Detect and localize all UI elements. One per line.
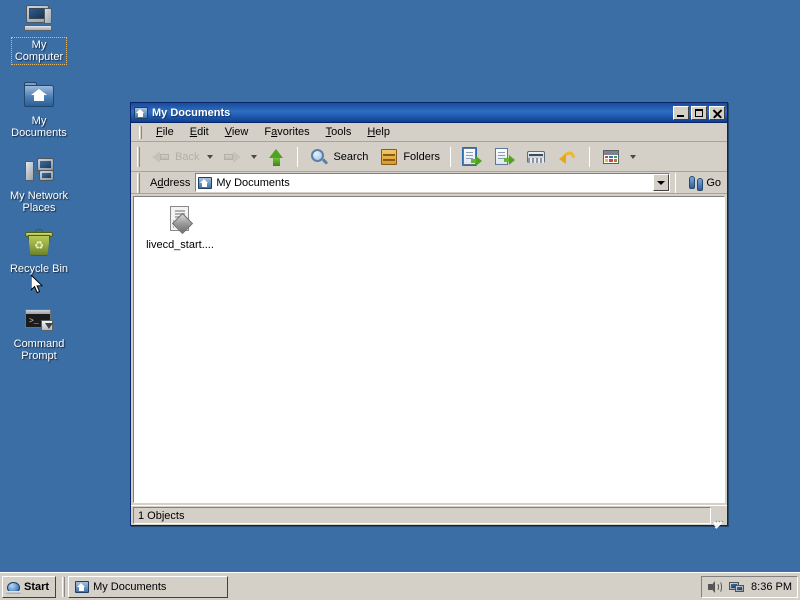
views-icon [600,146,622,168]
window-controls[interactable] [673,105,725,120]
menu-favorites[interactable]: Favorites [256,124,317,140]
address-bar[interactable]: Address My Documents Go [131,172,727,194]
up-arrow-icon [265,146,287,168]
desktop-icon-recycle-bin[interactable]: ♻ Recycle Bin [2,228,76,275]
copy-to-button[interactable] [488,144,520,170]
desktop-icon-label: Command [13,338,65,350]
my-network-places-icon [23,155,55,187]
desktop-icon-label: Places [22,202,56,214]
delete-shredder-icon [525,146,547,168]
desktop-icon-label: Recycle Bin [9,263,69,275]
taskbar-separator [62,576,66,597]
close-button[interactable] [709,105,725,120]
address-dropdown-button[interactable] [653,174,670,191]
start-button-label: Start [24,580,50,593]
desktop-icon-my-documents[interactable]: My Documents [2,80,76,139]
network-icon[interactable] [729,580,745,594]
toolbar-separator [450,146,452,167]
address-separator [675,172,677,193]
search-button[interactable]: Search [303,144,373,170]
clock[interactable]: 8:36 PM [751,581,792,593]
toolbar-separator [297,146,299,167]
status-text: 1 Objects [133,507,711,524]
menu-tools[interactable]: Tools [318,124,360,140]
desktop-icon-label: My [31,115,47,127]
menu-grip[interactable] [139,125,142,139]
forward-button[interactable] [216,144,248,170]
back-dropdown-icon[interactable] [207,154,214,159]
address-value: My Documents [216,176,290,189]
system-tray[interactable]: 8:36 PM [701,575,798,598]
go-button-label: Go [706,176,721,189]
maximize-button[interactable] [691,105,707,120]
copy-to-icon [493,146,516,168]
back-button-label: Back [175,150,200,163]
command-prompt-icon: >_ [23,303,55,335]
folder-documents-icon [198,176,213,189]
folder-documents-icon [134,106,148,119]
taskbar[interactable]: Start My Documents 8:36 PM [0,572,800,600]
desktop-icon-label: Prompt [21,350,57,362]
minimize-button[interactable] [673,105,689,120]
windows-flag-icon [6,580,21,594]
search-icon [308,146,330,168]
delete-button[interactable] [520,144,552,170]
explorer-window[interactable]: My Documents File Edit View Favorites To… [130,102,728,529]
go-button[interactable]: Go [681,175,727,191]
desktop-icon-command-prompt[interactable]: >_ Command Prompt [2,303,76,362]
window-title: My Documents [152,106,231,119]
menu-edit[interactable]: Edit [182,124,217,140]
file-list-area[interactable]: livecd_start.... [133,196,725,503]
taskbar-button-label: My Documents [93,580,167,593]
go-footprints-icon [689,176,696,189]
address-grip[interactable] [137,172,140,193]
go-footprints-icon [697,177,704,191]
toolbar[interactable]: Back Search Folders [131,142,727,172]
menu-help[interactable]: Help [359,124,398,140]
generic-document-icon [164,205,196,237]
mouse-pointer-icon [30,273,44,294]
menu-bar[interactable]: File Edit View Favorites Tools Help [131,123,727,142]
back-button[interactable]: Back [145,144,204,170]
views-button[interactable] [595,144,627,170]
desktop-icon-label: My Network [9,190,69,202]
folders-icon [378,146,400,168]
undo-icon [557,146,579,168]
menu-file[interactable]: File [148,124,182,140]
desktop-icon-label: Documents [11,127,67,139]
address-label: Address [150,176,191,189]
resize-grip[interactable] [711,508,725,529]
list-item[interactable]: livecd_start.... [142,205,218,251]
recycle-bin-icon: ♻ [23,228,55,260]
forward-dropdown-icon[interactable] [251,154,258,159]
desktop-icon-label: Computer [14,51,64,63]
move-to-icon [461,146,483,168]
taskbar-button-my-documents[interactable]: My Documents [68,575,229,598]
menu-view[interactable]: View [217,124,257,140]
start-button[interactable]: Start [2,575,57,598]
move-to-button[interactable] [456,144,488,170]
desktop-icon-label: My [31,39,47,51]
my-documents-icon [23,80,55,112]
window-titlebar[interactable]: My Documents [131,103,727,123]
folders-button[interactable]: Folders [373,144,445,170]
folders-button-label: Folders [403,150,441,163]
folder-documents-icon [75,580,90,593]
views-dropdown-icon[interactable] [630,154,637,159]
undo-button[interactable] [552,144,584,170]
up-button[interactable] [260,144,292,170]
file-name-label: livecd_start.... [146,239,214,251]
volume-icon[interactable] [707,580,723,594]
desktop-icon-my-computer[interactable]: My Computer [2,4,76,65]
status-bar: 1 Objects [131,505,727,529]
toolbar-grip[interactable] [137,146,140,167]
back-arrow-icon [150,146,172,168]
forward-arrow-icon [221,146,243,168]
desktop-icon-my-network-places[interactable]: My Network Places [2,155,76,214]
my-computer-icon [23,4,55,36]
search-button-label: Search [333,150,369,163]
toolbar-separator [589,146,591,167]
address-input[interactable]: My Documents [195,173,671,192]
